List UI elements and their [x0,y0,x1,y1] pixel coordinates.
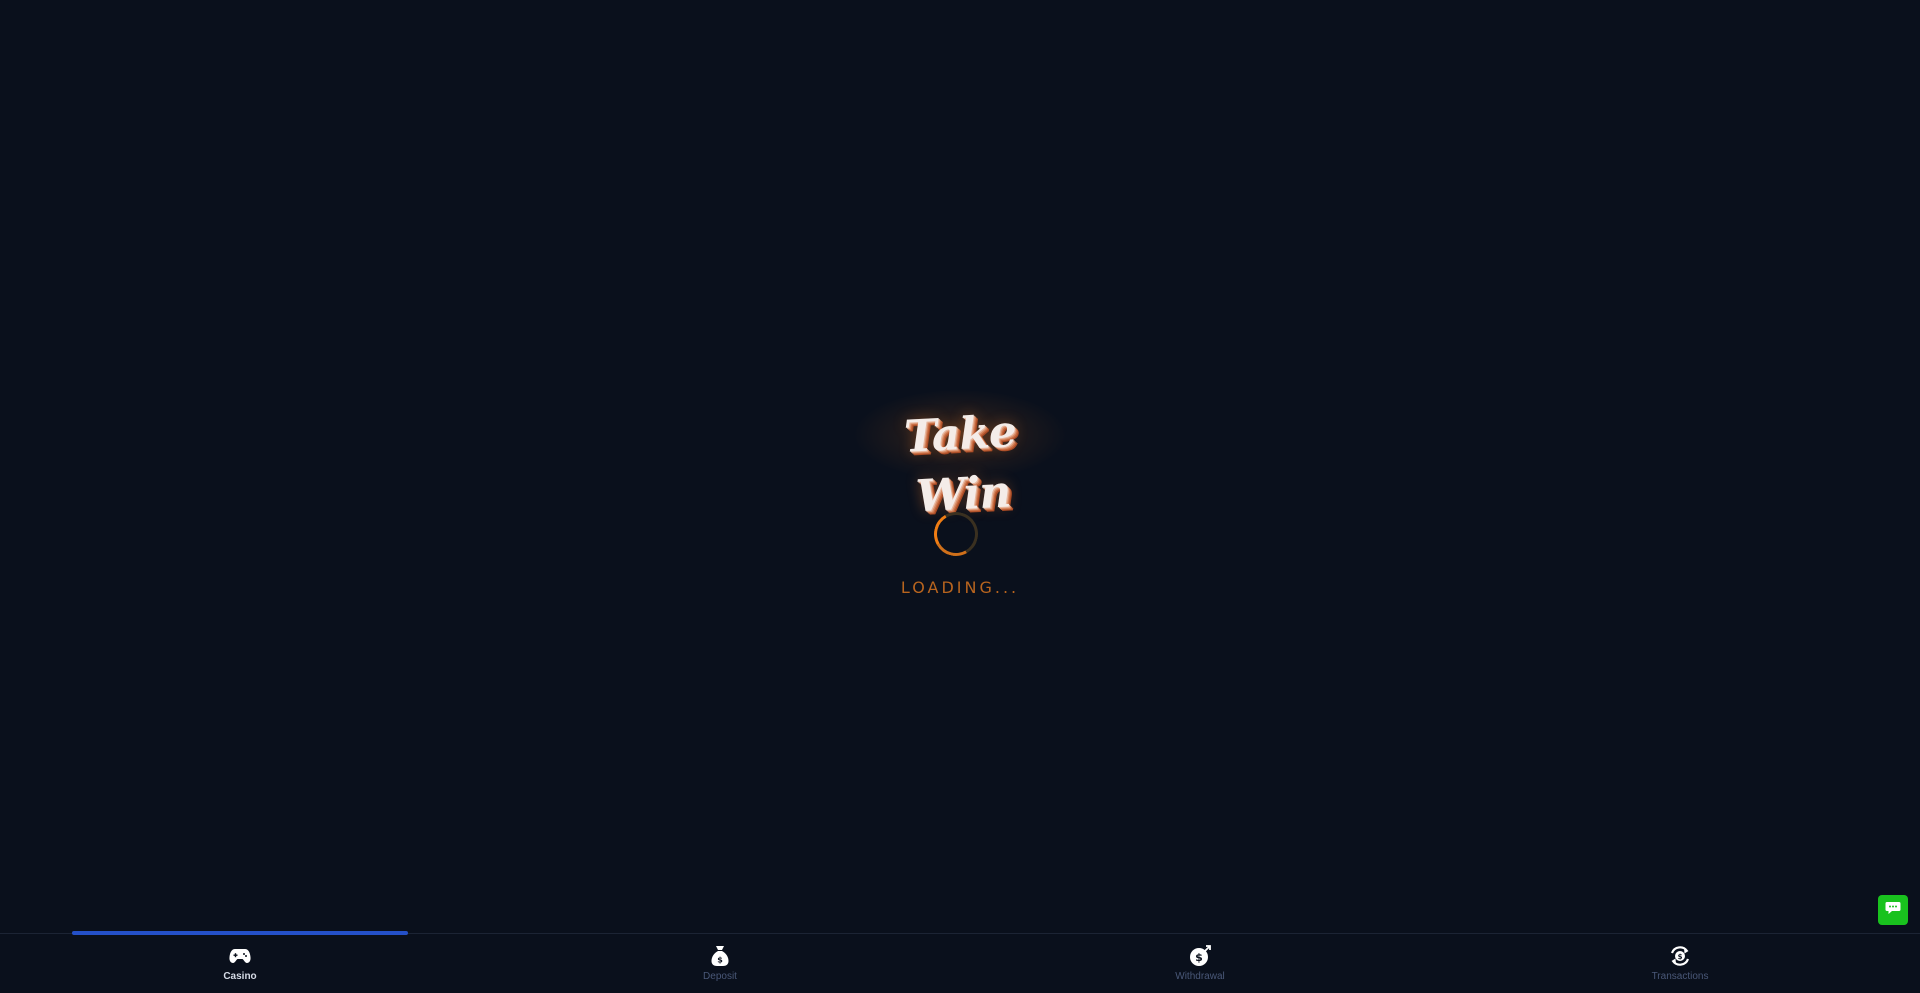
svg-text:$: $ [717,956,723,965]
coin-cycle-icon: $ [1669,945,1691,967]
loading-screen: Take Win LOADING... [0,0,1920,933]
money-bag-icon: $ [709,945,731,967]
bottom-nav: Casino $ Deposit $ Withdrawal $ Transact… [0,933,1920,993]
brand-logo: Take Win [902,406,1017,523]
loading-text: LOADING... [900,578,1020,597]
chat-bubble-icon [1885,901,1901,920]
nav-label-casino: Casino [223,971,257,982]
nav-item-deposit[interactable]: $ Deposit [620,934,820,993]
svg-text:$: $ [1195,951,1203,964]
nav-label-withdrawal: Withdrawal [1175,971,1225,982]
nav-item-casino[interactable]: Casino [140,934,340,993]
nav-label-transactions: Transactions [1651,971,1709,982]
nav-label-deposit: Deposit [703,971,737,982]
app-page: Take Win LOADING... Casino $ Deposit $ W… [0,0,1920,993]
chat-button[interactable] [1878,895,1908,925]
svg-text:$: $ [1678,953,1683,961]
gamepad-icon [229,945,251,967]
dollar-coin-icon: $ [1189,945,1211,967]
nav-active-indicator [72,931,408,935]
nav-item-transactions[interactable]: $ Transactions [1580,934,1780,993]
nav-item-withdrawal[interactable]: $ Withdrawal [1100,934,1300,993]
